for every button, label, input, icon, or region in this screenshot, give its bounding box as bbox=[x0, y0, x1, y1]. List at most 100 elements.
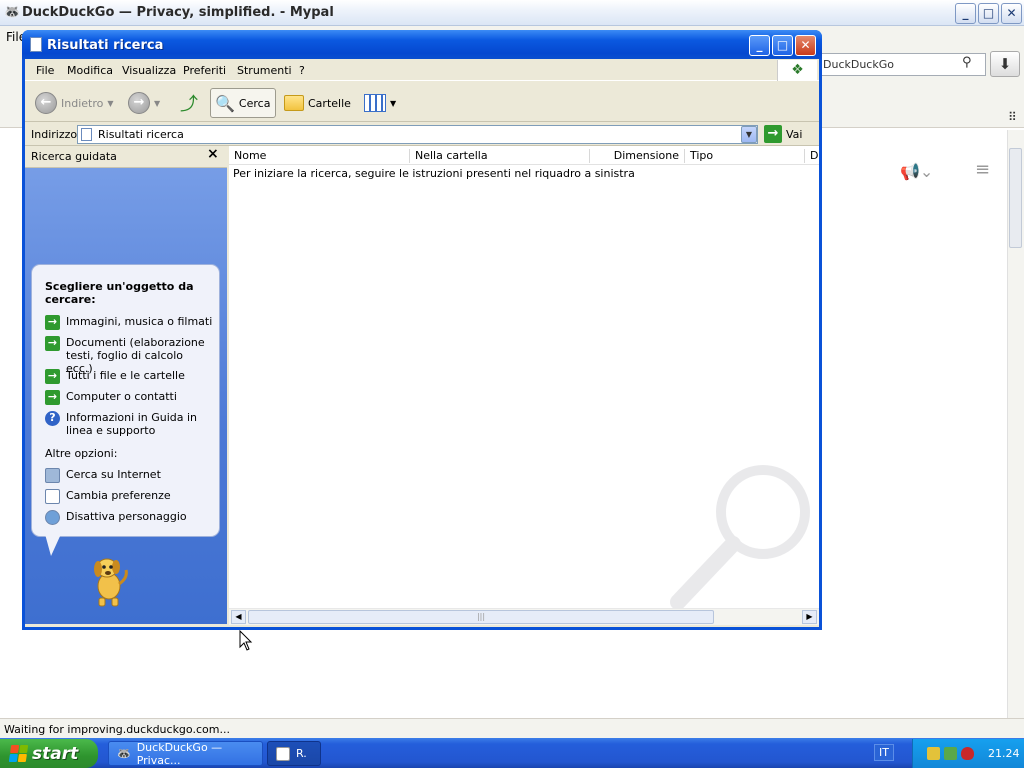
go-arrow-icon: → bbox=[764, 125, 782, 143]
option-preferences[interactable]: Cambia preferenze bbox=[45, 489, 213, 504]
menu-strumenti[interactable]: Strumenti bbox=[237, 64, 292, 77]
green-arrow-icon: → bbox=[45, 369, 60, 384]
folders-button[interactable]: Cartelle bbox=[280, 88, 355, 118]
bubble-tail bbox=[45, 534, 61, 556]
mypal-icon: 🦝 bbox=[117, 747, 131, 760]
option-label: Informazioni in Guida in linea e support… bbox=[66, 411, 198, 437]
browser-close-button[interactable]: ✕ bbox=[1001, 3, 1022, 24]
column-folder[interactable]: Nella cartella bbox=[410, 149, 590, 163]
explorer-minimize-button[interactable]: _ bbox=[749, 35, 770, 56]
up-folder-button[interactable]: ⤴ bbox=[176, 88, 202, 118]
character-icon bbox=[45, 510, 60, 525]
explorer-close-button[interactable]: ✕ bbox=[795, 35, 816, 56]
menu-file[interactable]: File bbox=[36, 64, 54, 77]
grid-icon[interactable]: ⠿ bbox=[1008, 110, 1017, 124]
address-dropdown-button[interactable]: ▼ bbox=[741, 126, 757, 143]
menu-modifica[interactable]: Modifica bbox=[67, 64, 113, 77]
go-label: Vai bbox=[786, 127, 803, 141]
browser-status: Waiting for improving.duckduckgo.com... bbox=[0, 718, 1024, 738]
start-label: start bbox=[32, 743, 79, 764]
option-internet[interactable]: Cerca su Internet bbox=[45, 468, 213, 483]
menu-preferiti[interactable]: Preferiti bbox=[183, 64, 226, 77]
option-disable-character[interactable]: Disattiva personaggio bbox=[45, 510, 213, 525]
scroll-left-button[interactable]: ◀ bbox=[231, 610, 246, 624]
menu-icon[interactable]: ≡ bbox=[975, 159, 990, 180]
address-input[interactable]: Risultati ricerca bbox=[77, 125, 758, 144]
search-dog-icon[interactable] bbox=[84, 548, 134, 608]
column-date[interactable]: D bbox=[805, 149, 819, 163]
option-label: Computer o contatti bbox=[66, 390, 177, 403]
search-button[interactable]: 🔍 Cerca bbox=[210, 88, 276, 118]
address-label: Indirizzo bbox=[31, 128, 78, 141]
windows-flag-icon bbox=[8, 745, 29, 762]
browser-scroll-thumb[interactable] bbox=[1009, 148, 1022, 248]
close-pane-button[interactable]: × bbox=[207, 146, 219, 162]
back-button[interactable]: ← Indietro ▼ bbox=[31, 88, 118, 118]
system-tray: 21.24 bbox=[912, 739, 1024, 768]
go-button[interactable]: → Vai bbox=[764, 125, 802, 143]
column-type[interactable]: Tipo bbox=[685, 149, 805, 163]
task-label: R. bbox=[296, 747, 307, 760]
forward-arrow-icon: → bbox=[128, 92, 150, 114]
forward-button[interactable]: → ▼ bbox=[124, 88, 164, 118]
folders-label: Cartelle bbox=[308, 96, 351, 110]
option-label: Cerca su Internet bbox=[66, 468, 161, 481]
pane-title: Ricerca guidata bbox=[31, 150, 117, 163]
magnifier-watermark-icon bbox=[670, 465, 810, 610]
scroll-right-button[interactable]: ▶ bbox=[802, 610, 817, 624]
checklist-icon bbox=[45, 489, 60, 504]
green-arrow-icon: → bbox=[45, 336, 60, 351]
option-label: Disattiva personaggio bbox=[66, 510, 187, 523]
views-button[interactable]: ▼ bbox=[360, 88, 400, 118]
security-shield-icon[interactable] bbox=[961, 747, 974, 760]
other-options-heading: Altre opzioni: bbox=[45, 447, 118, 460]
network-icon[interactable] bbox=[944, 747, 957, 760]
browser-maximize-button[interactable]: □ bbox=[978, 3, 999, 24]
green-arrow-icon: → bbox=[45, 390, 60, 405]
chevron-down-icon: ▼ bbox=[154, 98, 161, 108]
megaphone-icon[interactable]: 📢⌄ bbox=[900, 162, 933, 181]
option-all-files[interactable]: → Tutti i file e le cartelle bbox=[45, 369, 213, 384]
mouse-cursor-icon bbox=[239, 630, 253, 651]
search-label: Cerca bbox=[238, 96, 271, 110]
start-button[interactable]: start bbox=[0, 739, 98, 768]
option-label: Immagini, musica o filmati bbox=[66, 315, 213, 328]
search-icon[interactable]: ⚲ bbox=[962, 55, 972, 70]
chevron-down-icon: ▼ bbox=[390, 98, 397, 108]
option-label: Cambia preferenze bbox=[66, 489, 171, 502]
back-arrow-icon: ← bbox=[35, 92, 57, 114]
option-label: Tutti i file e le cartelle bbox=[66, 369, 185, 382]
browser-minimize-button[interactable]: _ bbox=[955, 3, 976, 24]
tray-app-icon[interactable] bbox=[927, 747, 940, 760]
option-help[interactable]: ? Informazioni in Guida in linea e suppo… bbox=[45, 411, 213, 437]
chevron-down-icon: ▼ bbox=[107, 98, 114, 108]
results-hint: Per iniziare la ricerca, seguire le istr… bbox=[233, 167, 635, 180]
column-name[interactable]: Nome bbox=[229, 149, 410, 163]
document-icon bbox=[81, 128, 92, 141]
mypal-icon: 🦝 bbox=[4, 5, 21, 20]
clock[interactable]: 21.24 bbox=[988, 747, 1020, 760]
taskbar-item-browser[interactable]: 🦝 DuckDuckGo — Privac... bbox=[108, 741, 263, 767]
help-icon: ? bbox=[45, 411, 60, 426]
option-computers[interactable]: → Computer o contatti bbox=[45, 390, 213, 405]
magnifier-icon: 🔍 bbox=[215, 93, 235, 113]
document-icon bbox=[30, 37, 42, 52]
option-media[interactable]: → Immagini, musica o filmati bbox=[45, 315, 213, 330]
explorer-maximize-button[interactable]: □ bbox=[772, 35, 793, 56]
language-indicator[interactable]: IT bbox=[874, 744, 894, 761]
scroll-thumb[interactable]: ||| bbox=[248, 610, 714, 624]
menu-help[interactable]: ? bbox=[299, 64, 305, 77]
green-arrow-icon: → bbox=[45, 315, 60, 330]
bubble-heading: Scegliere un'oggetto da cercare: bbox=[45, 280, 194, 306]
column-size[interactable]: Dimensione bbox=[590, 149, 685, 163]
browser-title: DuckDuckGo — Privacy, simplified. - Mypa… bbox=[22, 5, 334, 20]
internet-search-icon bbox=[45, 468, 60, 483]
menu-visualizza[interactable]: Visualizza bbox=[122, 64, 176, 77]
folder-icon bbox=[284, 95, 304, 111]
browser-search-input[interactable]: DuckDuckGo bbox=[818, 53, 986, 76]
taskbar-item-search[interactable]: R. bbox=[267, 741, 321, 766]
back-label: Indietro bbox=[61, 96, 104, 110]
download-icon[interactable]: ⬇ bbox=[990, 51, 1020, 77]
up-arrow-icon: ⤴ bbox=[180, 94, 198, 115]
views-icon bbox=[364, 94, 386, 112]
